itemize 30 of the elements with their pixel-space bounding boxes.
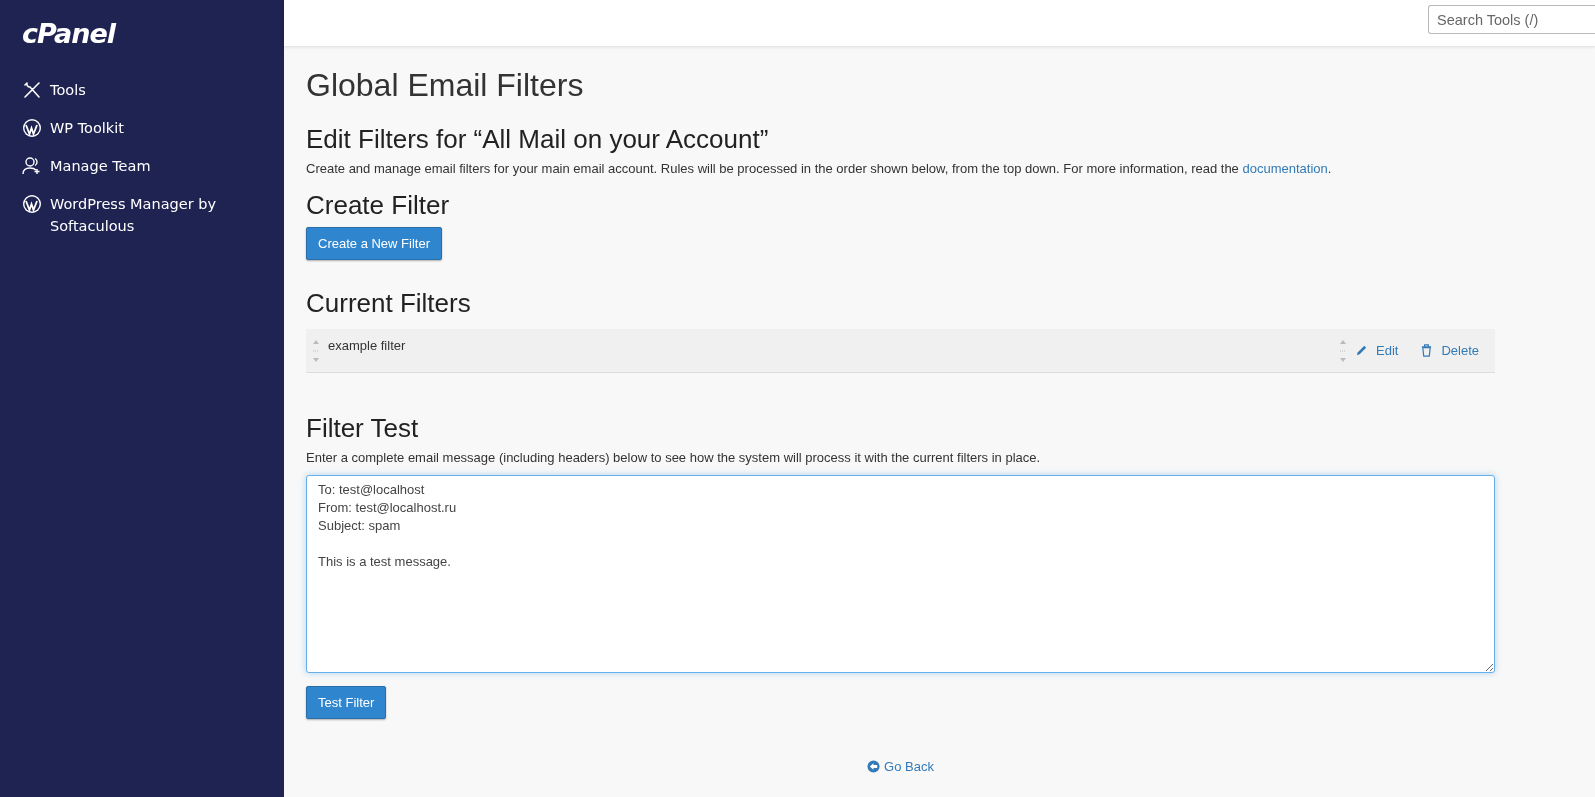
section-heading: Current Filters — [306, 288, 472, 319]
page-title: Global Email Filters — [306, 67, 585, 104]
sort-handle-icon[interactable] — [312, 338, 320, 363]
section-heading: Filter Test — [306, 413, 420, 444]
description-text: Enter a complete email message (including headers) below to see how the system will process it with the current filters in place. — [306, 450, 1042, 465]
search-field[interactable]: Search Tools (/) — [1428, 5, 1595, 34]
trash-icon[interactable] — [1420, 344, 1434, 357]
wordpress-icon — [22, 194, 42, 214]
sidebar-item[interactable]: Tools — [50, 79, 86, 101]
documentation-link[interactable]: documentation — [1242, 161, 1328, 176]
test-filter-button[interactable]: Test Filter — [306, 686, 387, 719]
go-back-link[interactable]: Go Back — [884, 759, 934, 774]
delete-link[interactable]: Delete — [1441, 343, 1479, 358]
sidebar-item[interactable]: Manage Team — [50, 155, 151, 177]
section-heading: Create Filter — [306, 190, 451, 221]
filter-name: example filter — [328, 338, 407, 353]
back-arrow-icon[interactable] — [867, 760, 881, 773]
sidebar-item[interactable]: WP Toolkit — [50, 117, 124, 139]
tools-icon — [22, 80, 42, 100]
user-add-icon — [22, 156, 42, 176]
sort-handle-icon[interactable] — [1339, 338, 1347, 363]
description-text: Create and manage email filters for your main email account. Rules will be processed in the order shown below, from the top down. For more information, read the documentation. — [306, 161, 1333, 176]
cpanel-logo[interactable]: cPanel — [22, 18, 116, 49]
message-field[interactable]: To: test@localhost From: test@localhost.ru Subject: spam This is a test message. — [306, 475, 1495, 673]
pencil-icon[interactable] — [1355, 344, 1368, 357]
edit-link[interactable]: Edit — [1376, 343, 1399, 358]
section-heading: Edit Filters for “All Mail on your Account” — [306, 124, 770, 155]
wordpress-icon — [22, 118, 42, 138]
create-filter-button[interactable]: Create a New Filter — [306, 227, 442, 260]
sidebar-item[interactable]: WordPress Manager by Softaculous — [50, 193, 262, 237]
